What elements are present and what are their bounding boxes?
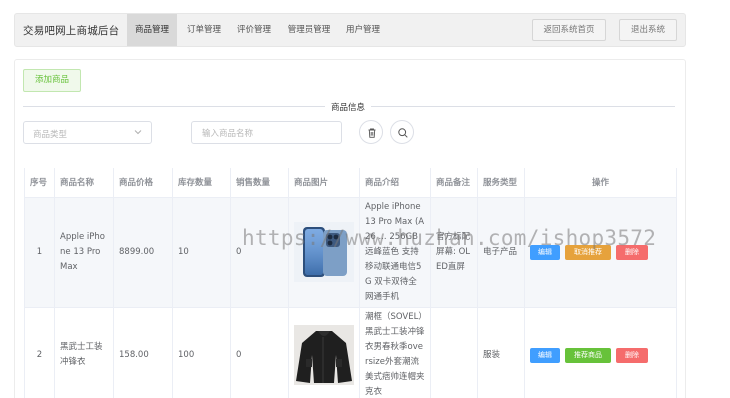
brand-title: 交易吧网上商城后台: [23, 25, 120, 37]
recommend-button[interactable]: 推荐商品: [565, 347, 611, 363]
delete-row-button[interactable]: 删除: [616, 347, 648, 363]
product-price: 158.00: [113, 307, 173, 398]
table-header-row: 序号 商品名称 商品价格 库存数量 销售数量 商品图片 商品介绍 商品备注 服务…: [24, 168, 677, 198]
stock-count: 100: [172, 307, 231, 398]
watermark-text: https://www.huzhan.com/ishop3572: [242, 226, 657, 250]
sales-count: 0: [230, 307, 289, 398]
column-header: 操作: [524, 168, 677, 198]
tab-review-management[interactable]: 评价管理: [231, 14, 277, 46]
stock-count: 10: [172, 197, 231, 308]
row-actions: 编辑 取消推荐 删除: [524, 197, 677, 308]
table-row: 2 黑武士工装冲锋衣 158.00 100 0 潮框（SOVEL）黑武士工装冲锋…: [24, 307, 677, 398]
edit-button[interactable]: 编辑: [530, 347, 560, 363]
row-index: 1: [24, 197, 55, 308]
tab-order-management[interactable]: 订单管理: [181, 14, 227, 46]
product-table: 序号 商品名称 商品价格 库存数量 销售数量 商品图片 商品介绍 商品备注 服务…: [24, 168, 677, 398]
chevron-down-icon: [134, 130, 142, 135]
product-remark: 官方标配 屏幕: OLED直屏: [430, 197, 478, 308]
service-type: 服装: [477, 307, 525, 398]
tab-admin-management[interactable]: 管理员管理: [281, 14, 337, 46]
row-index: 2: [24, 307, 55, 398]
product-remark: [430, 307, 478, 398]
product-intro: 潮框（SOVEL）黑武士工装冲锋衣男春秋季oversize外套潮流美式痞帅连帽夹…: [359, 307, 431, 398]
section-title: 商品信息: [325, 101, 372, 113]
tab-product-management[interactable]: 商品管理: [127, 14, 177, 46]
return-home-button[interactable]: 返回系统首页: [532, 19, 606, 41]
column-header: 商品图片: [288, 168, 360, 198]
column-header: 商品备注: [430, 168, 478, 198]
product-name: 黑武士工装冲锋衣: [54, 307, 114, 398]
service-type: 电子产品: [477, 197, 525, 308]
admin-app: 交易吧网上商城后台 商品管理 订单管理 评价管理 管理员管理 用户管理 返回系统…: [0, 0, 730, 398]
logout-button[interactable]: 退出系统: [619, 19, 677, 41]
column-header: 销售数量: [230, 168, 289, 198]
column-header: 序号: [24, 168, 55, 198]
product-intro: Apple iPhone 13 Pro Max (A26 ... 256GB 远…: [359, 197, 431, 308]
column-header: 库存数量: [172, 168, 231, 198]
sales-count: 0: [230, 197, 289, 308]
row-actions: 编辑 推荐商品 删除: [524, 307, 677, 398]
column-header: 商品介绍: [359, 168, 431, 198]
product-image-cell: [288, 197, 360, 308]
product-image-cell: [288, 307, 360, 398]
column-header: 商品名称: [54, 168, 114, 198]
add-product-button[interactable]: 添加商品: [23, 69, 81, 92]
product-price: 8899.00: [113, 197, 173, 308]
trash-icon: [368, 128, 376, 138]
search-button[interactable]: [390, 120, 414, 144]
search-icon: [398, 128, 408, 138]
black-jacket-image: [294, 325, 354, 385]
column-header: 服务类型: [477, 168, 525, 198]
product-type-placeholder: 商品类型: [33, 130, 68, 140]
product-name: Apple iPhone 13 Pro Max: [54, 197, 114, 308]
table-row: 1 Apple iPhone 13 Pro Max 8899.00 10 0 A…: [24, 197, 677, 308]
product-name-input[interactable]: [191, 121, 342, 144]
delete-button[interactable]: [359, 120, 383, 144]
product-type-select[interactable]: 商品类型: [23, 121, 152, 144]
tab-user-management[interactable]: 用户管理: [340, 14, 386, 46]
top-nav-bar: 交易吧网上商城后台 商品管理 订单管理 评价管理 管理员管理 用户管理 返回系统…: [14, 13, 686, 47]
column-header: 商品价格: [113, 168, 173, 198]
